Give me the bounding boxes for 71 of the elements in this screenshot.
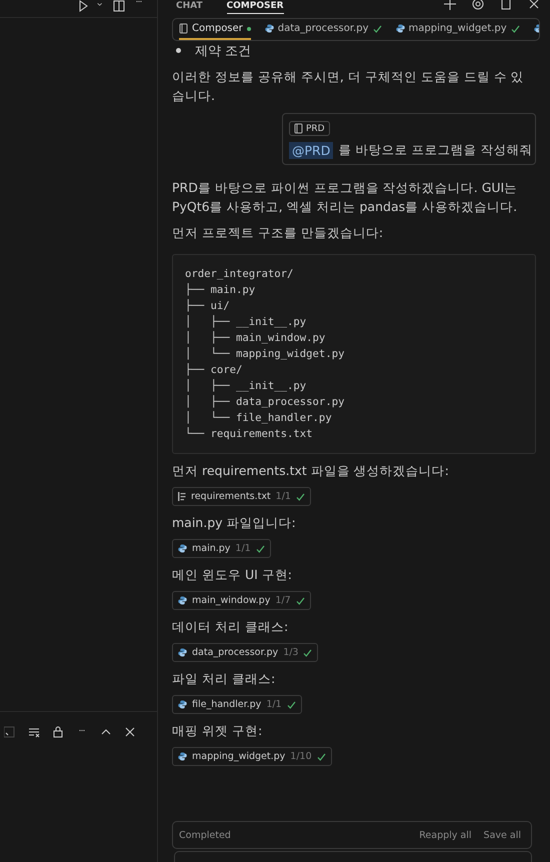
text-file-icon bbox=[178, 492, 186, 501]
file-chip[interactable]: requirements.txt 1/1 bbox=[172, 487, 311, 506]
change-count: 1/1 bbox=[235, 543, 251, 554]
file-name: main_window.py bbox=[192, 595, 270, 606]
change-count: 1/10 bbox=[290, 751, 312, 762]
file-chip[interactable]: data_processor.py 1/3 bbox=[172, 643, 318, 662]
code-line: │ ├── __init__.py bbox=[185, 378, 308, 394]
python-file-icon bbox=[178, 700, 187, 709]
file-tab[interactable]: data_processor.py bbox=[264, 19, 382, 40]
file-name: mapping_widget.py bbox=[192, 751, 286, 762]
file-chip[interactable]: file_handler.py 1/1 bbox=[172, 695, 302, 714]
code-line: ├── core/ bbox=[185, 362, 244, 378]
document-icon bbox=[294, 123, 303, 134]
python-file-icon bbox=[178, 544, 187, 553]
file-chip[interactable]: main.py 1/1 bbox=[172, 539, 271, 558]
status-text: Completed bbox=[179, 830, 231, 840]
user-message-text: 를 바탕으로 프로그램을 작성해줘 bbox=[338, 142, 532, 159]
clear-list-icon[interactable] bbox=[28, 726, 40, 738]
code-line: │ └── file_handler.py bbox=[185, 410, 333, 426]
list-item-text: 제약 조건 bbox=[195, 43, 252, 60]
code-line: │ ├── main_window.py bbox=[185, 330, 326, 346]
code-line: │ ├── __init__.py bbox=[185, 314, 308, 330]
message-text: 메인 윈도우 UI 구현: bbox=[172, 566, 293, 584]
code-line: order_integrator/ bbox=[185, 267, 294, 282]
change-count: 1/1 bbox=[276, 491, 291, 502]
message-text: 먼저 requirements.txt 파일을 생성하겠습니다: bbox=[172, 462, 450, 480]
lock-icon[interactable] bbox=[52, 726, 64, 738]
python-file-icon bbox=[396, 24, 404, 33]
python-file-icon bbox=[264, 24, 274, 33]
python-file-icon bbox=[178, 648, 187, 657]
play-icon[interactable] bbox=[77, 0, 89, 12]
file-name: data_processor.py bbox=[192, 647, 278, 658]
mention[interactable]: @PRD bbox=[289, 142, 334, 159]
action-link[interactable]: Reapply all bbox=[419, 830, 472, 840]
file-chip[interactable]: mapping_widget.py 1/10 bbox=[172, 747, 332, 766]
plus-icon[interactable] bbox=[444, 0, 456, 10]
change-count: 1/3 bbox=[283, 647, 298, 658]
message-text: main.py 파일입니다: bbox=[172, 514, 297, 532]
file-name: requirements.txt bbox=[191, 491, 271, 502]
message-text: 이러한 정보를 공유해 주시면, 더 구체적인 도움을 드릴 수 있습니다. bbox=[172, 68, 525, 105]
change-count: 1/1 bbox=[266, 699, 282, 710]
checkbox-icon[interactable] bbox=[4, 726, 16, 738]
code-line: │ ├── data_processor.py bbox=[185, 394, 346, 410]
python-file-icon bbox=[178, 752, 187, 761]
python-file-icon bbox=[178, 596, 187, 605]
message-text: 파일 처리 클래스: bbox=[172, 670, 276, 688]
action-link[interactable]: Save all bbox=[484, 830, 521, 840]
message-text: PRD를 바탕으로 파이썬 프로그램을 작성하겠습니다. GUI는 PyQt6를 사용하고, 엑셀 처리는 pandas를 사용하겠습니다. bbox=[172, 179, 518, 216]
close-icon[interactable] bbox=[528, 0, 540, 10]
attachment-chip[interactable]: PRD bbox=[289, 121, 330, 136]
panel-tab[interactable]: COMPOSER bbox=[226, 2, 284, 14]
input-field[interactable] bbox=[174, 851, 532, 862]
file-tab[interactable]: mapping_widget.py bbox=[396, 19, 520, 40]
message-text: 데이터 처리 클래스: bbox=[172, 618, 290, 636]
code-line: ├── ui/ bbox=[185, 298, 231, 314]
file-chip[interactable]: main_window.py 1/7 bbox=[172, 591, 311, 610]
document-icon bbox=[179, 23, 188, 34]
split-editor-icon[interactable] bbox=[113, 0, 125, 12]
close-icon[interactable] bbox=[124, 726, 136, 738]
message-text: 매핑 위젯 구현: bbox=[172, 722, 264, 740]
code-line: └── requirements.txt bbox=[185, 426, 314, 442]
file-name: main.py bbox=[192, 543, 230, 554]
panel-tab[interactable]: CHAT bbox=[176, 2, 203, 14]
history-icon[interactable] bbox=[472, 0, 484, 10]
file-tab[interactable]: Composer bbox=[179, 19, 251, 40]
code-line: ├── main.py bbox=[185, 282, 256, 298]
message-text: 먼저 프로젝트 구조를 만들겠습니다: bbox=[172, 224, 384, 242]
code-line: │ └── mapping_widget.py bbox=[185, 346, 346, 362]
change-count: 1/7 bbox=[275, 595, 291, 606]
bullet-icon bbox=[176, 48, 181, 53]
file-name: file_handler.py bbox=[192, 699, 262, 710]
